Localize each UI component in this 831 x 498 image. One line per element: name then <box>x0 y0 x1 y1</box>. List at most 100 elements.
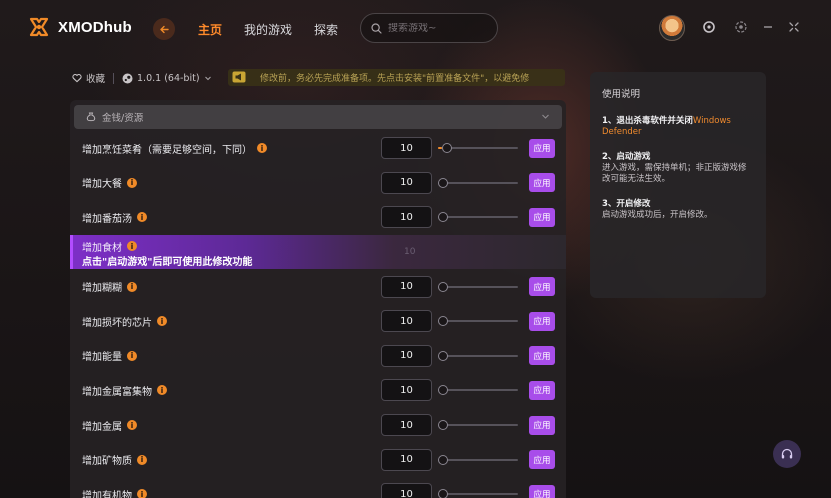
apply-button[interactable]: 应用 <box>529 346 555 366</box>
target-icon[interactable] <box>733 19 749 35</box>
category-label: 金钱/资源 <box>102 113 144 124</box>
step-body: 进入游戏，需保持单机；非正版游戏修改可能无法生效。 <box>602 163 747 184</box>
version-label: 1.0.1 (64-bit) <box>137 72 200 84</box>
value-slider[interactable] <box>438 385 518 396</box>
instructions-title: 使用说明 <box>602 89 641 100</box>
info-icon[interactable]: i <box>137 454 147 465</box>
avatar[interactable] <box>659 15 685 41</box>
cheat-label: 增加糊糊 <box>82 283 122 295</box>
slider-thumb[interactable] <box>441 143 452 154</box>
value-input[interactable] <box>381 206 432 229</box>
chevron-down-icon <box>204 76 211 81</box>
apply-button[interactable]: 应用 <box>529 311 555 331</box>
slider-track <box>438 493 518 496</box>
cheat-row: 增加能量 i 应用 <box>70 339 566 374</box>
slider-track <box>438 181 518 184</box>
cheat-label: 增加能量 <box>82 352 122 364</box>
apply-button[interactable]: 应用 <box>529 450 555 470</box>
cheat-panel: 金钱/资源 增加烹饪菜肴（需要足够空间，下同）i应用增加大餐i应用增加番茄汤i应… <box>70 100 566 498</box>
favorite-label: 收藏 <box>86 74 106 85</box>
slider-thumb[interactable] <box>438 454 448 465</box>
value-input[interactable] <box>381 483 432 498</box>
value-slider[interactable] <box>438 454 518 465</box>
divider <box>113 72 115 84</box>
value-input[interactable] <box>381 310 432 333</box>
value-input[interactable] <box>381 448 432 471</box>
cheat-label-group: 增加烹饪菜肴（需要足够空间，下同） i <box>82 141 267 156</box>
apply-button[interactable]: 应用 <box>529 207 555 227</box>
value-input[interactable] <box>381 414 432 437</box>
slider-thumb[interactable] <box>438 420 448 431</box>
cheat-label-group: 增加有机物 i <box>82 487 147 498</box>
cheat-label-group: 增加食材 i <box>82 239 137 254</box>
value-slider[interactable] <box>438 316 518 327</box>
settings-icon[interactable] <box>701 19 717 35</box>
value-input[interactable] <box>381 171 432 194</box>
info-icon[interactable]: i <box>157 385 167 396</box>
slider-track <box>438 216 518 219</box>
value-slider[interactable] <box>438 281 518 292</box>
search-input[interactable] <box>388 22 488 34</box>
info-icon[interactable]: i <box>137 489 147 498</box>
cheat-label-group: 增加损坏的芯片 i <box>82 314 167 329</box>
info-icon[interactable]: i <box>157 316 167 327</box>
value-slider[interactable] <box>438 489 518 498</box>
apply-button[interactable]: 应用 <box>529 484 555 498</box>
cheat-label: 增加损坏的芯片 <box>82 317 152 329</box>
top-bar: XMODhub 主页 我的游戏 探索 <box>0 0 831 56</box>
info-icon[interactable]: i <box>127 350 137 361</box>
apply-button[interactable]: 应用 <box>529 138 555 158</box>
info-icon[interactable]: i <box>127 281 137 292</box>
slider-thumb[interactable] <box>438 350 448 361</box>
slider-thumb[interactable] <box>438 316 448 327</box>
version-select[interactable]: 1.0.1 (64-bit) <box>122 73 212 84</box>
value-input[interactable] <box>381 137 432 160</box>
close-icon[interactable] <box>786 19 802 35</box>
arrow-left-icon <box>159 25 169 33</box>
logo-text: XMODhub <box>58 18 132 36</box>
value-slider[interactable] <box>438 420 518 431</box>
search-box[interactable] <box>360 13 498 43</box>
cheat-label: 增加金属 <box>82 421 122 433</box>
nav-explore[interactable]: 探索 <box>314 21 338 38</box>
apply-button[interactable]: 应用 <box>529 415 555 435</box>
slider-track <box>438 458 518 461</box>
nav-home[interactable]: 主页 <box>198 21 222 38</box>
steam-icon <box>122 73 133 83</box>
value-slider[interactable] <box>438 143 518 154</box>
slider-thumb[interactable] <box>438 385 448 396</box>
slider-thumb[interactable] <box>438 489 448 498</box>
minimize-icon[interactable] <box>760 19 776 35</box>
support-button[interactable] <box>773 440 801 468</box>
slider-thumb[interactable] <box>438 212 448 223</box>
favorite-button[interactable]: 收藏 <box>72 71 105 85</box>
value-slider[interactable] <box>438 177 518 188</box>
slider-thumb[interactable] <box>438 281 448 292</box>
cheat-row: 增加金属富集物 i 应用 <box>70 373 566 408</box>
apply-button[interactable]: 应用 <box>529 173 555 193</box>
step-heading: 3、开启修改 <box>602 199 651 209</box>
info-icon[interactable]: i <box>137 212 147 223</box>
value-slider[interactable] <box>438 212 518 223</box>
apply-button[interactable]: 应用 <box>529 380 555 400</box>
value-input[interactable] <box>381 344 432 367</box>
value-input[interactable] <box>381 275 432 298</box>
apply-button[interactable]: 应用 <box>529 277 555 297</box>
cheat-row: 增加番茄汤 i 应用 <box>70 200 566 235</box>
value-input[interactable] <box>381 379 432 402</box>
cheat-label-group: 增加能量 i <box>82 348 137 363</box>
info-icon[interactable]: i <box>257 143 267 154</box>
app-logo[interactable]: XMODhub <box>28 16 132 38</box>
slider-track <box>438 285 518 288</box>
cheat-label-group: 增加矿物质 i <box>82 452 147 467</box>
xmod-logo-icon <box>28 16 50 38</box>
info-icon[interactable]: i <box>127 241 137 252</box>
info-icon[interactable]: i <box>127 420 137 431</box>
category-header[interactable]: 金钱/资源 <box>74 105 562 129</box>
cheat-row: 增加有机物 i 应用 <box>70 477 566 498</box>
slider-thumb[interactable] <box>438 177 448 188</box>
nav-my-games[interactable]: 我的游戏 <box>244 21 292 38</box>
info-icon[interactable]: i <box>127 177 137 188</box>
back-button[interactable] <box>153 18 175 40</box>
value-slider[interactable] <box>438 350 518 361</box>
